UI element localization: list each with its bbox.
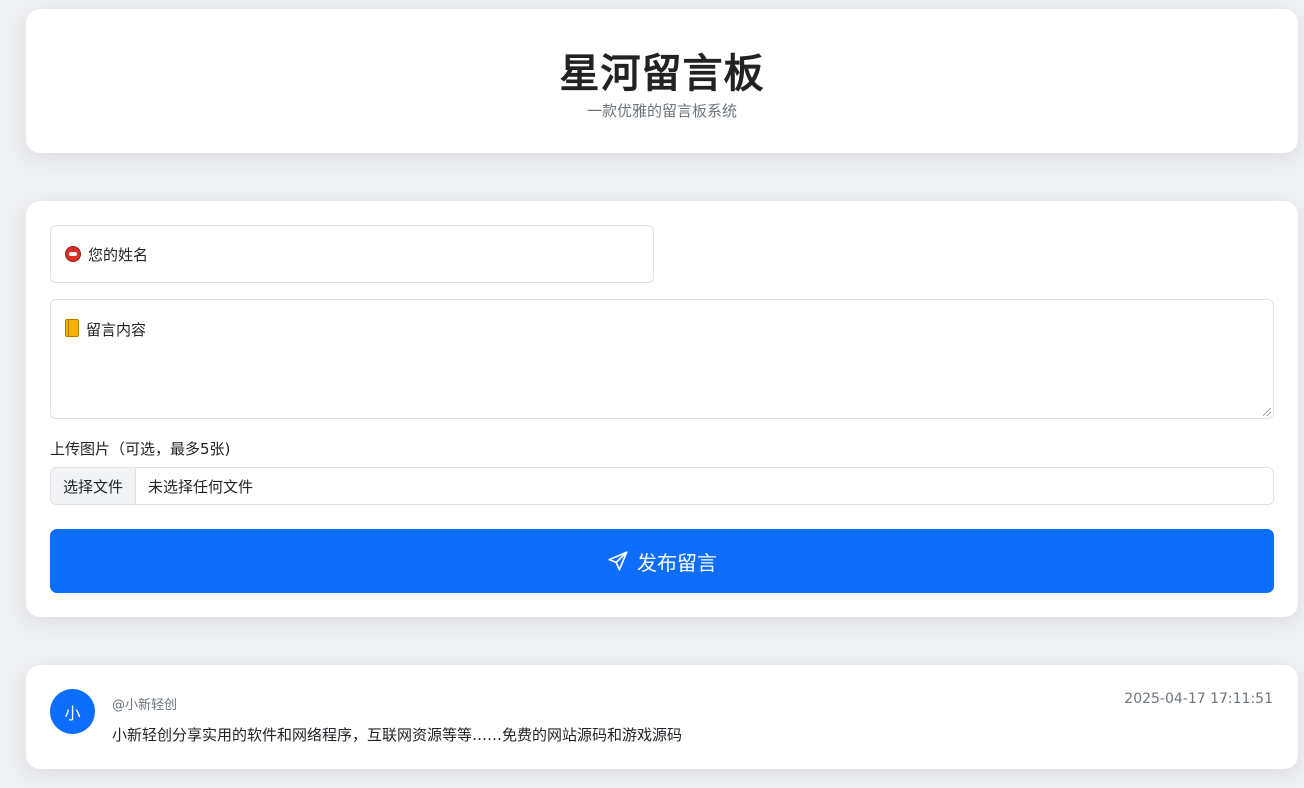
notebook-emoji-icon	[65, 319, 79, 337]
message-form: 您的姓名 留言内容 上传图片（可选，最多5张) 选择文件 未选择任何文件 发布留…	[26, 201, 1298, 617]
header-card: 星河留言板 一款优雅的留言板系统	[26, 9, 1298, 153]
submit-label: 发布留言	[637, 550, 717, 575]
avatar: 小	[50, 689, 95, 734]
message-content: 小新轻创分享实用的软件和网络程序，互联网资源等等……免费的网站源码和游戏源码	[112, 726, 683, 744]
resize-handle[interactable]	[1263, 408, 1271, 416]
message-textarea[interactable]: 留言内容	[50, 299, 1274, 419]
message-item: 小 @小新轻创 2025-04-17 17:11:51 小新轻创分享实用的软件和…	[26, 665, 1298, 769]
mouth-emoji-icon	[65, 246, 81, 262]
message-author: @小新轻创	[112, 698, 178, 713]
send-icon	[608, 551, 628, 571]
page-subtitle: 一款优雅的留言板系统	[586, 102, 737, 120]
file-input[interactable]: 选择文件 未选择任何文件	[50, 467, 1274, 505]
message-time: 2025-04-17 17:11:51	[1124, 691, 1273, 707]
page-title: 星河留言板	[559, 51, 765, 97]
file-status: 未选择任何文件	[148, 477, 254, 496]
upload-label: 上传图片（可选，最多5张)	[50, 440, 231, 458]
choose-file-button[interactable]: 选择文件	[51, 468, 137, 504]
message-placeholder: 留言内容	[86, 321, 147, 339]
name-placeholder: 您的姓名	[88, 245, 149, 264]
name-input[interactable]: 您的姓名	[50, 225, 654, 283]
submit-button[interactable]: 发布留言	[50, 529, 1274, 593]
